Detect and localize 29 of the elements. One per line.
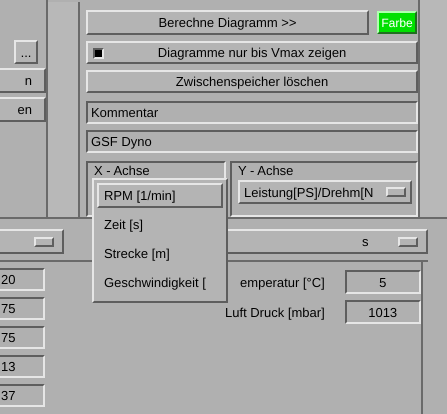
menu-item[interactable]: Strecke [m]: [97, 241, 223, 266]
option-menu-icon: [386, 187, 406, 197]
field-label: Luft Druck [mbar]: [225, 304, 325, 320]
menu-item[interactable]: RPM [1/min]: [97, 183, 223, 208]
y-axis-option-menu[interactable]: Leistung[PS]/Drehm[N: [238, 180, 412, 204]
option-menu-icon: [34, 236, 54, 246]
input-field[interactable]: 5: [344, 270, 421, 294]
panel-button[interactable]: en: [0, 97, 46, 122]
axis-label: Y - Achse: [238, 163, 294, 178]
value-field[interactable]: 13: [0, 355, 45, 378]
value-field[interactable]: 37: [0, 384, 45, 407]
value-field[interactable]: 75: [0, 297, 45, 320]
menu-item[interactable]: Geschwindigkeit [: [97, 270, 223, 295]
option-menu[interactable]: [0, 229, 64, 254]
option-menu-icon: [398, 236, 418, 246]
value-field[interactable]: 20: [0, 268, 45, 291]
checkbox[interactable]: [93, 48, 104, 59]
panel-button[interactable]: n: [0, 68, 46, 93]
input-field[interactable]: 1013: [344, 300, 421, 324]
calculate-button[interactable]: Berechne Diagramm >>: [86, 10, 369, 35]
title-field[interactable]: GSF Dyno: [86, 130, 418, 153]
browse-button[interactable]: ...: [14, 40, 38, 64]
clear-cache-button[interactable]: Zwischenspeicher löschen: [86, 70, 418, 93]
axis-label: X - Achse: [94, 163, 150, 178]
comment-field[interactable]: Kommentar: [86, 101, 418, 124]
field-label: emperatur [°C]: [239, 274, 325, 290]
vmax-toggle[interactable]: Diagramme nur bis Vmax zeigen: [86, 41, 418, 64]
value-field[interactable]: 75: [0, 326, 45, 349]
menu-item[interactable]: Zeit [s]: [97, 212, 223, 237]
